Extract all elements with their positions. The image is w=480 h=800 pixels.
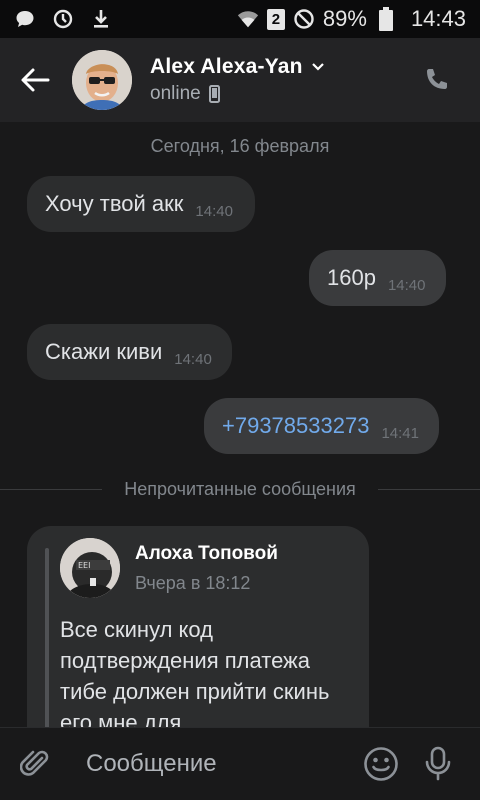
contact-avatar[interactable] xyxy=(72,50,132,110)
contact-status: online xyxy=(150,83,201,104)
contact-name: Alex Alexa-Yan xyxy=(150,55,303,78)
chat-bubble-icon xyxy=(14,8,36,30)
back-button[interactable] xyxy=(0,38,70,122)
wifi-icon xyxy=(237,8,259,30)
forward-quote-bar xyxy=(45,548,49,727)
message-text: Скажи киви xyxy=(45,339,163,364)
voice-message-button[interactable] xyxy=(408,728,468,800)
back-arrow-icon xyxy=(21,68,50,92)
sim-icon: 2 xyxy=(266,8,285,30)
download-icon xyxy=(90,8,112,30)
forwarded-author-name[interactable]: Алоха Топовой xyxy=(135,543,278,565)
message-time: 14:40 xyxy=(195,202,233,220)
chevron-down-icon xyxy=(311,63,324,71)
message-text: Хочу твой акк xyxy=(45,191,184,216)
battery-percent: 89% xyxy=(322,6,367,31)
emoji-icon xyxy=(364,747,398,781)
call-button[interactable] xyxy=(406,50,466,110)
svg-text:EEI: EEI xyxy=(78,561,90,570)
message-outgoing[interactable]: 160р 14:40 xyxy=(309,250,446,306)
message-time: 14:40 xyxy=(174,350,212,368)
phone-device-icon xyxy=(208,85,220,103)
message-outgoing[interactable]: +79378533273 14:41 xyxy=(204,398,439,454)
message-incoming[interactable]: Скажи киви 14:40 xyxy=(27,324,232,380)
divider xyxy=(377,488,480,490)
divider xyxy=(0,488,103,490)
message-input[interactable] xyxy=(86,750,336,778)
message-time: 14:40 xyxy=(387,276,426,294)
status-bar: 2 89% 14:43 xyxy=(0,0,480,38)
attach-button[interactable] xyxy=(0,728,70,800)
message-time: 14:41 xyxy=(381,424,419,442)
clock: 14:43 xyxy=(410,6,466,31)
forwarded-author-avatar[interactable]: EEI xyxy=(60,538,120,598)
chat-header: Alex Alexa-Yan online xyxy=(0,38,480,122)
phone-number-link[interactable]: +79378533273 xyxy=(222,413,369,439)
call-icon xyxy=(427,69,447,89)
unread-label: Непрочитанные сообщения xyxy=(124,478,356,499)
message-text: 160р xyxy=(327,265,376,290)
paperclip-icon xyxy=(20,750,49,776)
microphone-icon xyxy=(425,746,451,781)
contact-title[interactable]: Alex Alexa-Yan online xyxy=(150,55,325,105)
forwarded-time: Вчера в 18:12 xyxy=(135,573,251,593)
message-composer xyxy=(0,727,480,800)
emoji-button[interactable] xyxy=(354,728,408,800)
message-list[interactable]: Сегодня, 16 февраля Хочу твой акк 14:40 … xyxy=(0,122,480,727)
forwarded-message[interactable]: EEI Алоха Топовой Вчера в 18:12 Все скин… xyxy=(27,526,369,727)
unread-separator: Непрочитанные сообщения xyxy=(0,476,480,502)
date-separator: Сегодня, 16 февраля xyxy=(150,136,330,156)
battery-icon xyxy=(375,7,397,31)
do-not-disturb-icon xyxy=(293,8,315,30)
sync-icon xyxy=(52,8,74,30)
message-incoming[interactable]: Хочу твой акк 14:40 xyxy=(27,176,255,232)
forwarded-text: Все скинул код подтверждения платежа тиб… xyxy=(60,617,330,727)
